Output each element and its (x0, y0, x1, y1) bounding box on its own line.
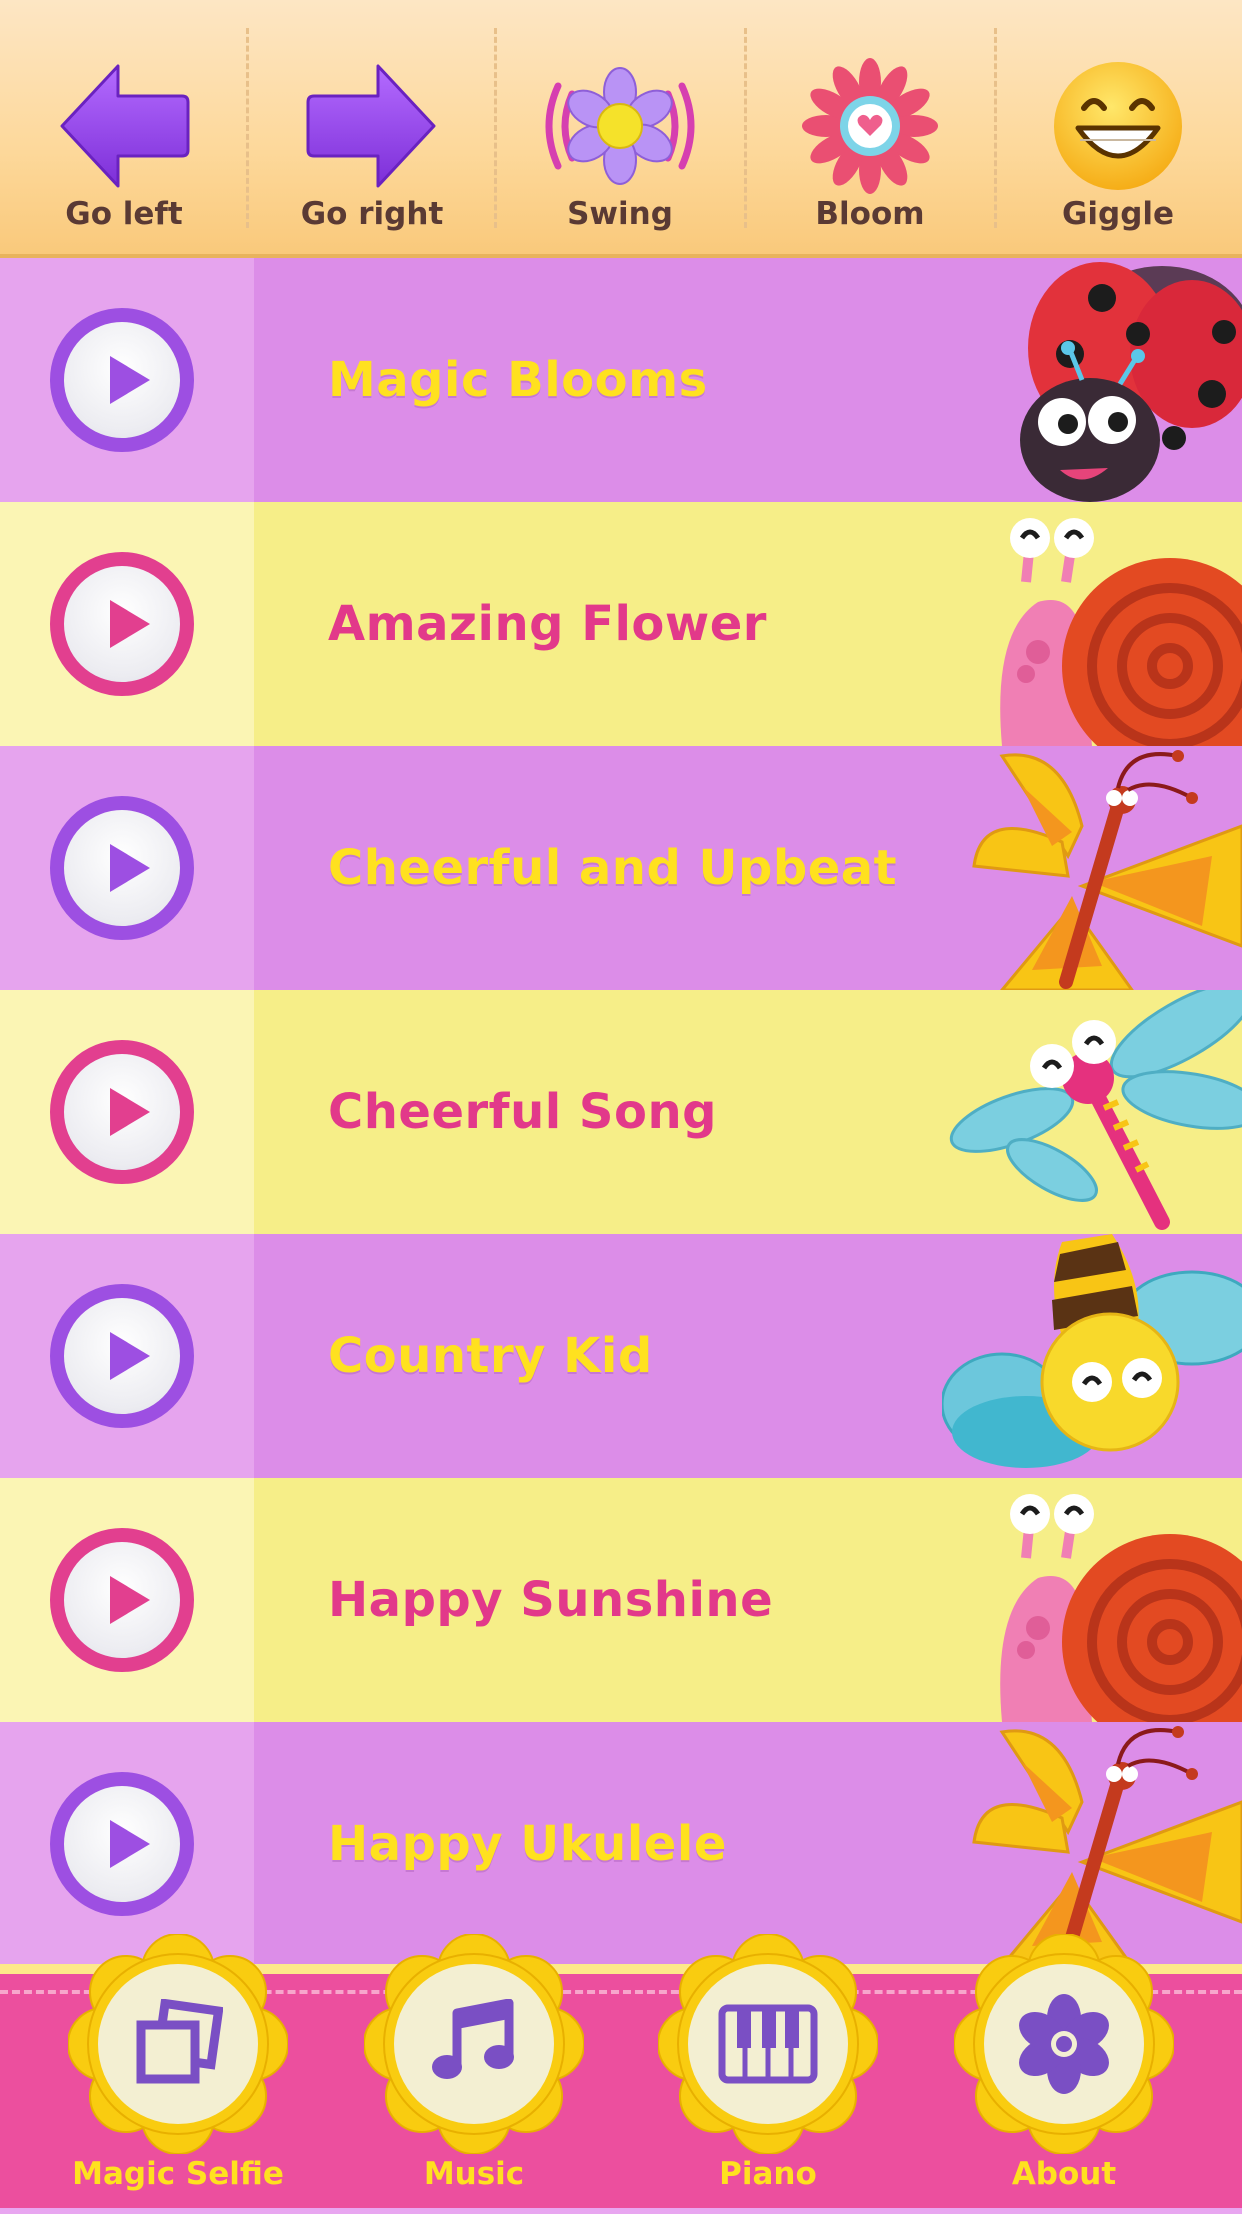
play-icon (110, 1332, 150, 1380)
music-button[interactable]: Music (364, 1934, 584, 2214)
song-title[interactable]: Magic Blooms (328, 258, 708, 502)
song-list[interactable]: Magic Blooms Amazing Flower Cheerful and… (0, 258, 1242, 1964)
arrow-right-icon (306, 64, 436, 188)
tool-label: Giggle (1061, 196, 1175, 232)
bloom-flower-icon (802, 58, 938, 194)
play-button[interactable] (50, 552, 194, 696)
song-row[interactable]: Happy Sunshine (0, 1478, 1242, 1722)
song-row[interactable]: Cheerful Song (0, 990, 1242, 1234)
song-row[interactable]: Amazing Flower (0, 502, 1242, 746)
play-icon (110, 1576, 150, 1624)
effects-toolbar: Go left Go right Swing Bloom Giggle (0, 0, 1242, 258)
dragonfly-icon (949, 990, 1242, 1230)
song-title[interactable]: Cheerful and Upbeat (328, 746, 897, 990)
giggle-face-icon (1054, 62, 1182, 190)
play-icon (110, 1088, 150, 1136)
magic-selfie-button[interactable]: Magic Selfie (68, 1934, 288, 2214)
song-row[interactable]: Happy Ukulele (0, 1722, 1242, 1964)
play-icon (110, 844, 150, 892)
play-icon (110, 356, 150, 404)
tool-label: Go left (65, 196, 183, 232)
play-button[interactable] (50, 308, 194, 452)
bloom-button[interactable]: Bloom (746, 0, 994, 254)
swing-button[interactable]: Swing (496, 0, 744, 254)
song-title[interactable]: Happy Ukulele (328, 1722, 727, 1964)
play-button[interactable] (50, 1040, 194, 1184)
bottom-nav: Magic Selfie Music Piano About (0, 1934, 1242, 2208)
nav-label: Music (423, 2156, 525, 2192)
play-button[interactable] (50, 796, 194, 940)
play-button[interactable] (50, 1772, 194, 1916)
snail-icon (1000, 518, 1242, 746)
go-left-button[interactable]: Go left (0, 0, 248, 254)
arrow-left-icon (60, 64, 190, 188)
tool-label: Bloom (815, 196, 925, 232)
bee-icon (942, 1234, 1242, 1468)
ladybug-icon (1020, 262, 1242, 502)
play-icon (110, 600, 150, 648)
butterfly-icon (972, 750, 1242, 990)
butterfly-icon (972, 1726, 1242, 1964)
about-button[interactable]: About (954, 1934, 1174, 2214)
song-title[interactable]: Country Kid (328, 1234, 653, 1478)
piano-button[interactable]: Piano (658, 1934, 878, 2214)
nav-label: Magic Selfie (72, 2156, 284, 2192)
tool-label: Swing (567, 196, 673, 232)
tool-label: Go right (300, 196, 444, 232)
nav-label: Piano (719, 2156, 817, 2192)
flower-icon (1019, 1994, 1109, 2094)
swinging-flower-icon (545, 67, 695, 185)
song-title[interactable]: Cheerful Song (328, 990, 717, 1234)
song-row[interactable]: Magic Blooms (0, 258, 1242, 502)
play-button[interactable] (50, 1528, 194, 1672)
play-button[interactable] (50, 1284, 194, 1428)
music-note-icon (432, 1999, 514, 2079)
go-right-button[interactable]: Go right (248, 0, 496, 254)
giggle-button[interactable]: Giggle (994, 0, 1242, 254)
song-row[interactable]: Cheerful and Upbeat (0, 746, 1242, 990)
song-title[interactable]: Amazing Flower (328, 502, 767, 746)
photos-icon (136, 1999, 223, 2084)
nav-label: About (1011, 2156, 1117, 2192)
piano-keys-icon (718, 2004, 818, 2084)
snail-icon (1000, 1494, 1242, 1722)
play-icon (110, 1820, 150, 1868)
song-row[interactable]: Country Kid (0, 1234, 1242, 1478)
song-title[interactable]: Happy Sunshine (328, 1478, 773, 1722)
